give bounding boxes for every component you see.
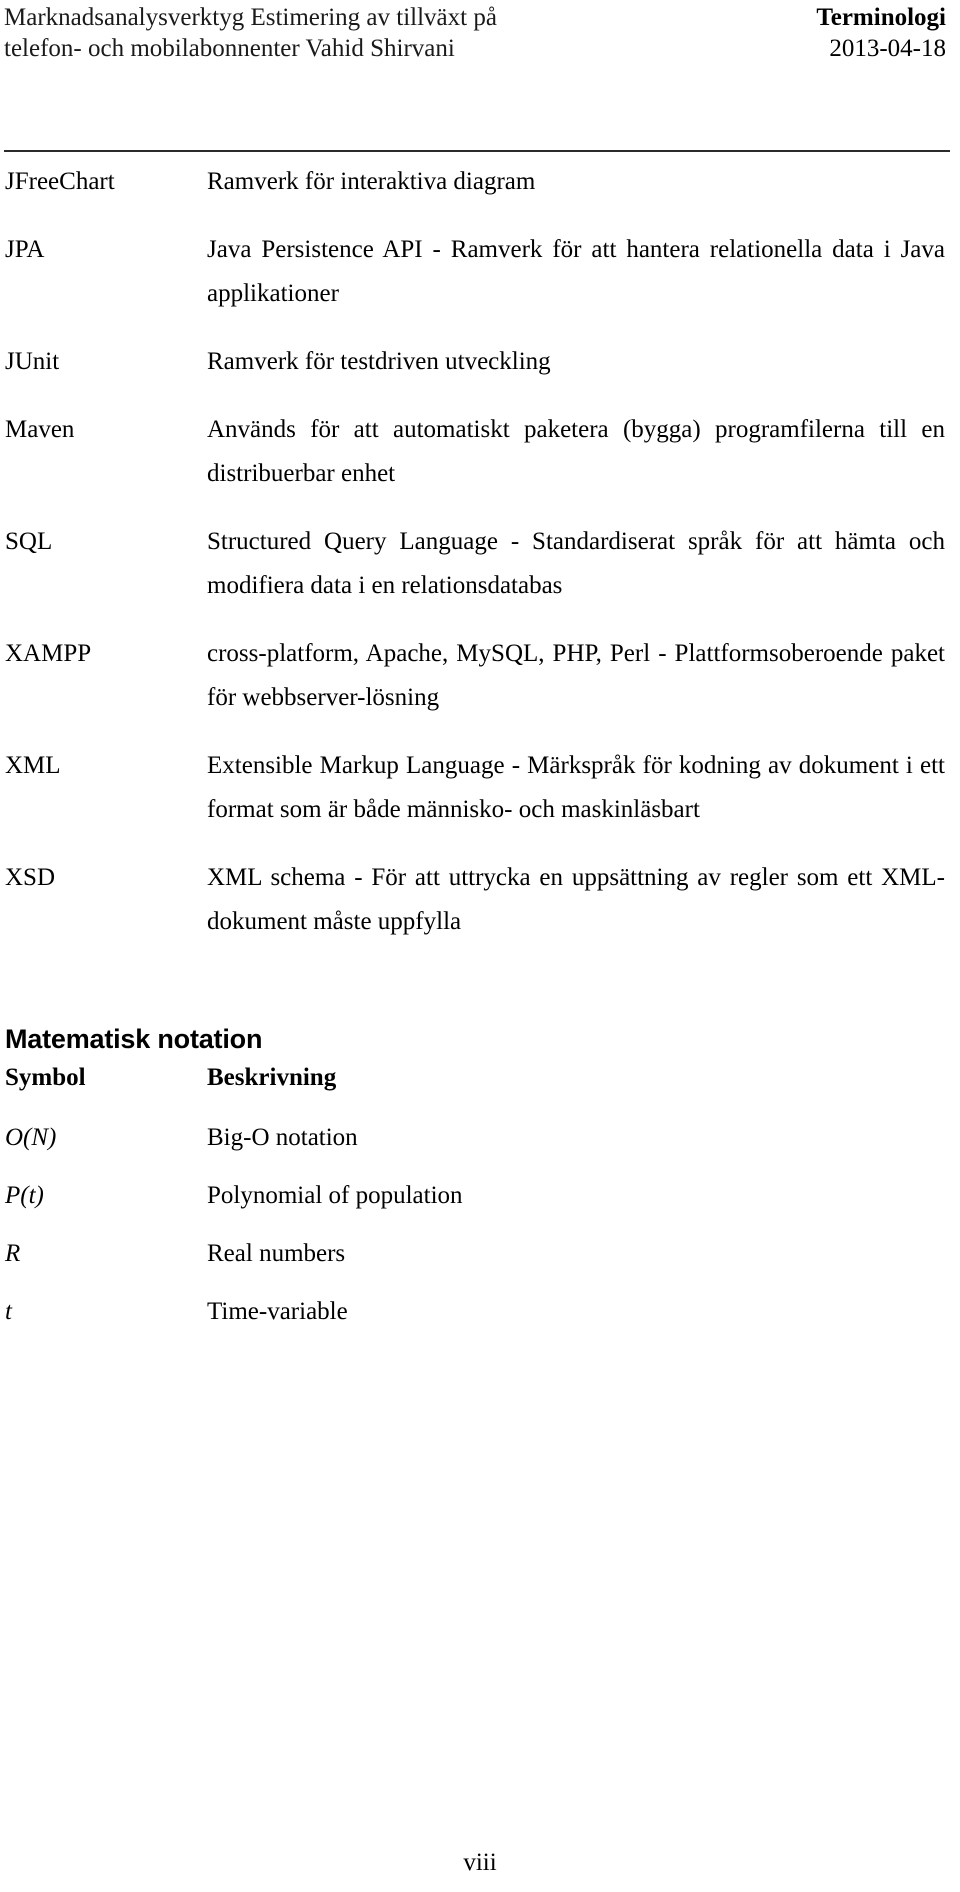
glossary-row: SQL Structured Query Language - Standard…: [0, 520, 960, 608]
math-description: Polynomial of population: [207, 1182, 463, 1209]
glossary-term: JUnit: [5, 348, 60, 375]
page-number: viii: [463, 1849, 497, 1876]
running-header: Marknadsanalysverktyg Estimering av till…: [0, 0, 960, 152]
column-header-description: Beskrivning: [207, 1064, 337, 1091]
column-header-symbol: Symbol: [5, 1064, 86, 1091]
glossary-row: XSD XML schema - För att uttrycka en upp…: [0, 856, 960, 944]
header-section-title: Terminologi: [816, 4, 946, 31]
glossary-definition: Används för att automatiskt paketera (by…: [207, 416, 945, 487]
glossary-row: XAMPP cross-platform, Apache, MySQL, PHP…: [0, 632, 960, 720]
glossary-definition: Ramverk för interaktiva diagram: [207, 168, 536, 195]
math-symbol: O(N): [5, 1124, 57, 1151]
header-left-line-4: Shirvani: [370, 35, 455, 62]
glossary-term: JPA: [5, 236, 45, 263]
math-row: O(N) Big-O notation: [0, 1120, 960, 1156]
header-left-line-3: och mobilabonnenter Vahid: [87, 35, 364, 62]
glossary-definition: cross-platform, Apache, MySQL, PHP, Perl…: [207, 640, 945, 711]
glossary-definition: Ramverk för testdriven utveckling: [207, 348, 551, 375]
glossary-term: XML: [5, 752, 61, 779]
glossary-definition: Extensible Markup Language - Märkspråk f…: [207, 752, 945, 823]
math-row: P(t) Polynomial of population: [0, 1178, 960, 1214]
glossary-table: JFreeChart Ramverk för interaktiva diagr…: [0, 160, 960, 968]
glossary-row: Maven Används för att automatiskt pakete…: [0, 408, 960, 496]
glossary-row: JUnit Ramverk för testdriven utveckling: [0, 340, 960, 384]
math-symbol: R: [5, 1240, 21, 1267]
glossary-row: XML Extensible Markup Language - Märkspr…: [0, 744, 960, 832]
glossary-term: JFreeChart: [5, 168, 115, 195]
header-date: 2013-04-18: [829, 35, 946, 62]
glossary-definition: Structured Query Language - Standardiser…: [207, 528, 945, 599]
header-right-block: Terminologi 2013-04-18: [566, 2, 946, 64]
math-symbol: P(t): [5, 1182, 44, 1209]
math-table-body: O(N) Big-O notation P(t) Polynomial of p…: [0, 1120, 960, 1352]
glossary-definition: Java Persistence API - Ramverk för att h…: [207, 236, 945, 307]
glossary-term: XSD: [5, 864, 56, 891]
math-description: Time-variable: [207, 1298, 348, 1325]
header-left-title: Marknadsanalysverktyg Estimering av till…: [4, 2, 564, 64]
math-description: Real numbers: [207, 1240, 346, 1267]
header-left-line-1: Marknadsanalysverktyg: [4, 4, 245, 31]
section-heading: Matematisk notation: [5, 1024, 263, 1054]
math-row: t Time-variable: [0, 1294, 960, 1330]
glossary-row: JPA Java Persistence API - Ramverk för a…: [0, 228, 960, 316]
glossary-term: SQL: [5, 528, 53, 555]
glossary-definition: XML schema - För att uttrycka en uppsätt…: [207, 864, 945, 935]
math-symbol: t: [5, 1298, 12, 1325]
document-page: Marknadsanalysverktyg Estimering av till…: [0, 0, 960, 1892]
glossary-term: Maven: [5, 416, 75, 443]
glossary-row: JFreeChart Ramverk för interaktiva diagr…: [0, 160, 960, 204]
header-divider-rule: [4, 150, 950, 152]
math-description: Big-O notation: [207, 1124, 358, 1151]
math-table-header-row: Symbol Beskrivning: [0, 1060, 960, 1096]
glossary-term: XAMPP: [5, 640, 92, 667]
math-row: R Real numbers: [0, 1236, 960, 1272]
